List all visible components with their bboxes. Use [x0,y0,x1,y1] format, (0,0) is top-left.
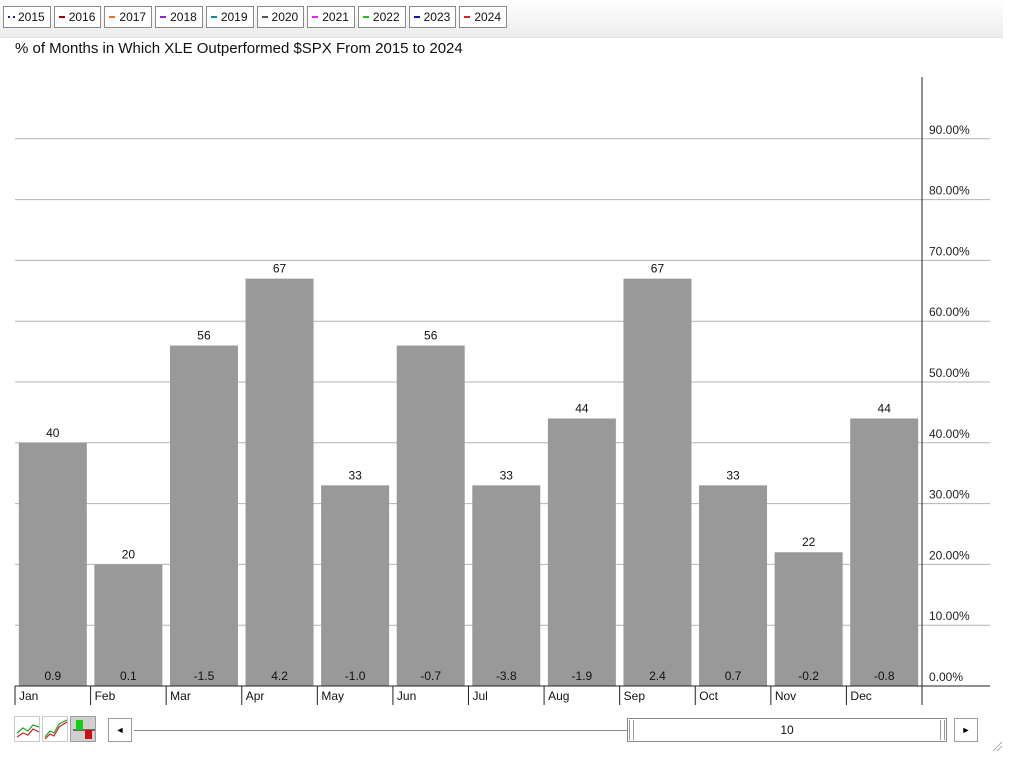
bar-feb [94,564,163,686]
bar-value-label: 20 [122,547,136,561]
bar-aug [547,418,616,686]
bar-inner-label: -1.0 [345,669,366,683]
y-tick-label: 90.00% [929,123,970,137]
bar-inner-label: 0.9 [44,669,61,683]
bar-value-label: 67 [651,262,665,276]
y-tick-label: 80.00% [929,184,970,198]
scroll-track[interactable] [134,730,627,731]
x-tick-label: Jul [473,689,488,703]
x-tick-label: Apr [246,689,265,703]
bar-jun [396,345,465,686]
bar-inner-label: -1.9 [572,669,593,683]
bar-value-label: 67 [273,262,287,276]
bar-nov [774,552,843,686]
y-tick-label: 40.00% [929,427,970,441]
bar-value-label: 33 [726,468,740,482]
bar-inner-label: 0.7 [725,669,742,683]
y-tick-label: 30.00% [929,488,970,502]
x-tick-label: Jun [397,689,416,703]
x-tick-label: Dec [850,689,871,703]
bar-jul [472,485,541,686]
y-tick-label: 10.00% [929,609,970,623]
y-tick-label: 20.00% [929,548,970,562]
x-tick-label: Oct [699,689,718,703]
bar-inner-label: -0.7 [420,669,441,683]
bar-value-label: 33 [348,468,362,482]
line-chart-button[interactable] [14,716,40,742]
bar-jan [18,442,87,686]
x-tick-label: Nov [775,689,796,703]
y-tick-label: 60.00% [929,305,970,319]
bars: 40 0.9 20 0.1 56 -1.5 67 4.2 33 -1.0 56 -0.7 33 -3.8 4… [18,262,919,686]
area-chart-icon [44,719,68,740]
range-value: 10 [780,723,794,737]
bar-inner-label: -1.5 [194,669,215,683]
bar-value-label: 33 [500,468,514,482]
line-chart-icon [16,724,40,738]
scroll-right-button[interactable]: ► [954,718,978,742]
scroll-left-button[interactable]: ◄ [108,718,132,742]
left-arrow-icon: ◄ [115,725,125,735]
bar-inner-label: -3.8 [496,669,517,683]
y-tick-label: 70.00% [929,244,970,258]
bar-value-label: 44 [575,401,589,415]
bar-inner-label: 2.4 [649,669,666,683]
y-axis-tick-labels: 0.00% 10.00% 20.00% 30.00% 40.00% 50.00% 60.00… [929,123,970,684]
x-axis-tick-labels: Jan Feb Mar Apr May Jun Jul Aug Sep Oct Nov Dec [19,689,872,703]
right-arrow-icon: ► [961,725,971,735]
x-tick-label: Sep [624,689,646,703]
bar-chart-button[interactable] [70,716,96,742]
bar-apr [245,278,314,686]
bar-inner-label: 0.1 [120,669,137,683]
bar-inner-label: 4.2 [271,669,288,683]
range-slider[interactable]: 10 [627,718,947,742]
area-chart-button[interactable] [42,716,68,742]
bar-inner-label: -0.8 [874,669,895,683]
bar-sep [623,278,692,686]
bar-value-label: 56 [197,329,211,343]
chart-controls: ◄ 10 ► [0,712,1003,752]
bar-chart-icon [73,720,95,739]
chart: 40 0.9 20 0.1 56 -1.5 67 4.2 33 -1.0 56 -0.7 33 -3.8 4… [14,77,990,705]
x-tick-label: Jan [19,689,38,703]
bar-dec [850,418,919,686]
x-tick-label: Feb [95,689,116,703]
bar-may [321,485,390,686]
bar-inner-label: -0.2 [798,669,819,683]
y-tick-label: 50.00% [929,366,970,380]
range-right-handle[interactable] [940,720,945,740]
bar-oct [699,485,768,686]
bar-value-label: 22 [802,535,816,549]
bar-value-label: 40 [46,426,60,440]
x-tick-label: Aug [548,689,569,703]
bar-value-label: 56 [424,329,438,343]
x-tick-label: May [321,689,344,703]
bar-value-label: 44 [878,401,892,415]
bar-mar [169,345,238,686]
y-tick-label: 0.00% [929,670,963,684]
resize-grip-icon[interactable] [991,740,1003,752]
x-tick-label: Mar [170,689,191,703]
